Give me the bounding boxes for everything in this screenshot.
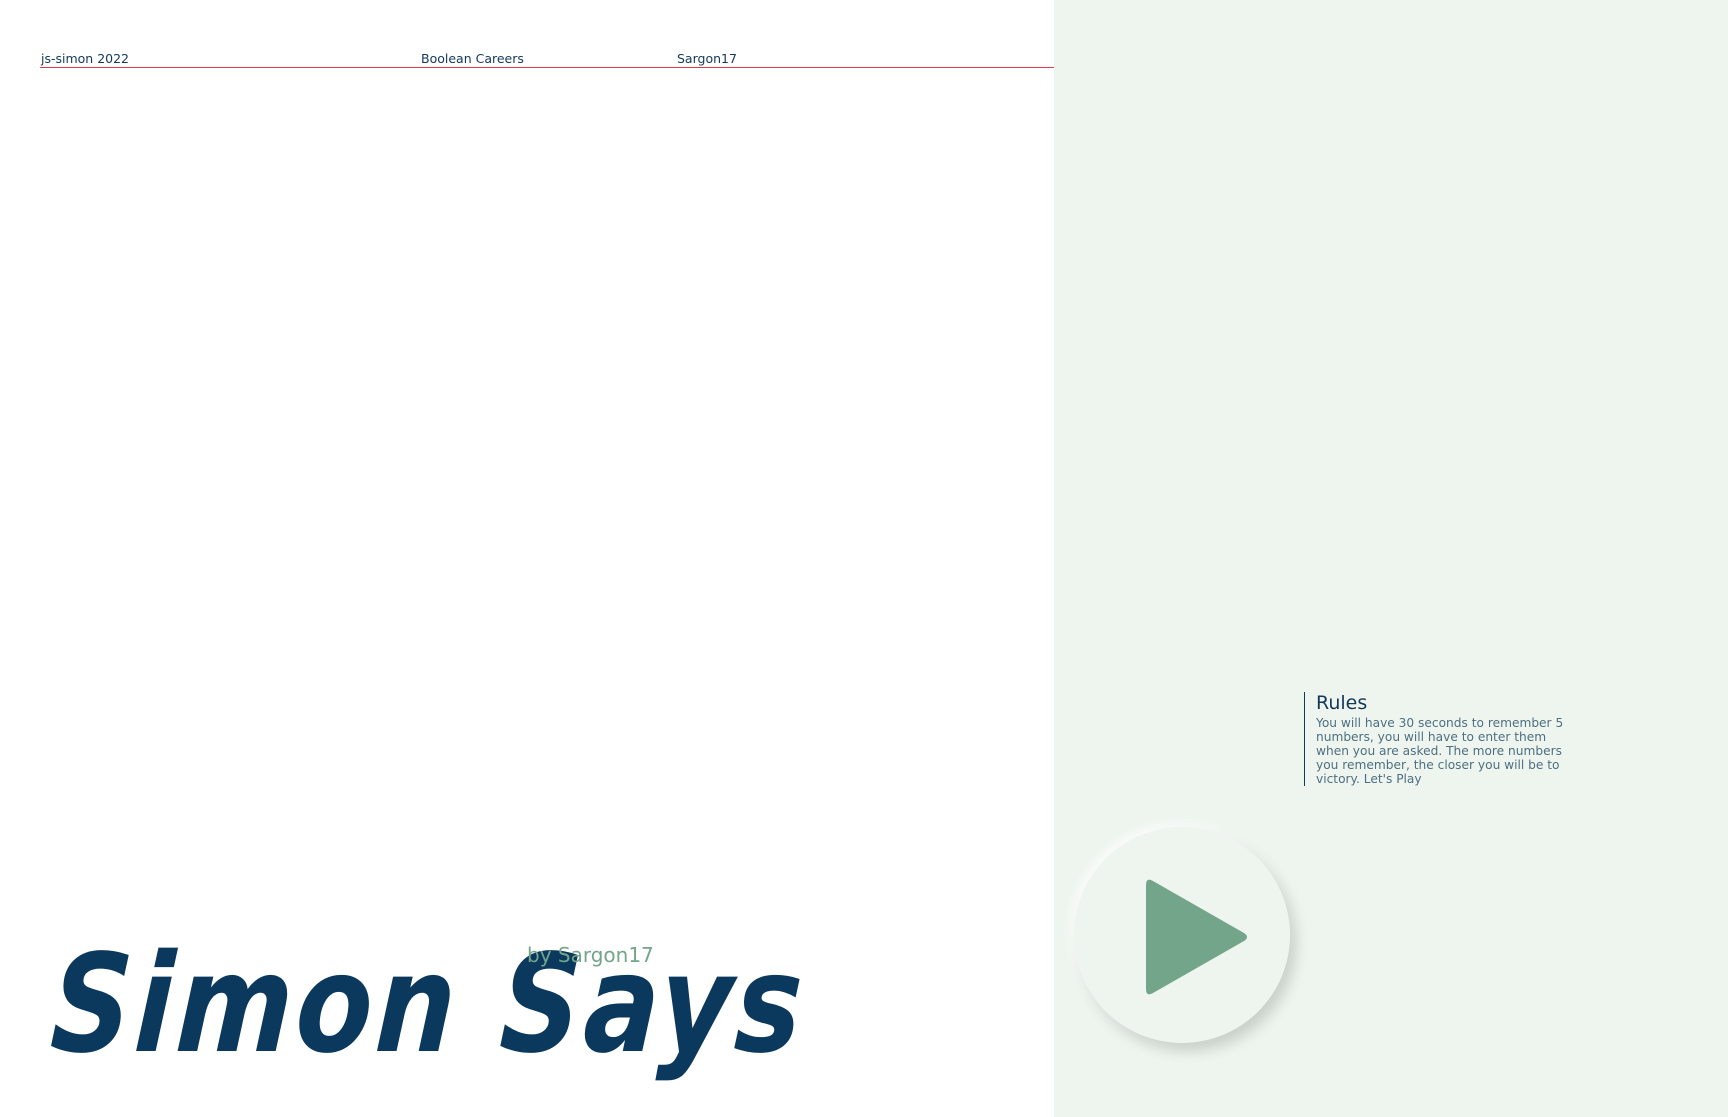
header-project-name: js-simon 2022 bbox=[41, 51, 130, 66]
header-school-name: Boolean Careers bbox=[421, 51, 524, 66]
game-title: Simon Says bbox=[47, 926, 810, 1084]
play-icon bbox=[1146, 879, 1247, 995]
game-byline: by Sargon17 bbox=[527, 943, 654, 967]
header-author-name: Sargon17 bbox=[677, 51, 737, 66]
rules-panel: Rules You will have 30 seconds to rememb… bbox=[1304, 692, 1576, 786]
play-button[interactable] bbox=[1074, 827, 1290, 1043]
rules-title: Rules bbox=[1316, 692, 1368, 714]
left-panel: js-simon 2022 Boolean Careers Sargon17 S… bbox=[0, 0, 1054, 1117]
page: js-simon 2022 Boolean Careers Sargon17 S… bbox=[0, 0, 1728, 1117]
header-divider bbox=[40, 67, 1054, 68]
rules-text: You will have 30 seconds to remember 5 n… bbox=[1316, 716, 1564, 786]
